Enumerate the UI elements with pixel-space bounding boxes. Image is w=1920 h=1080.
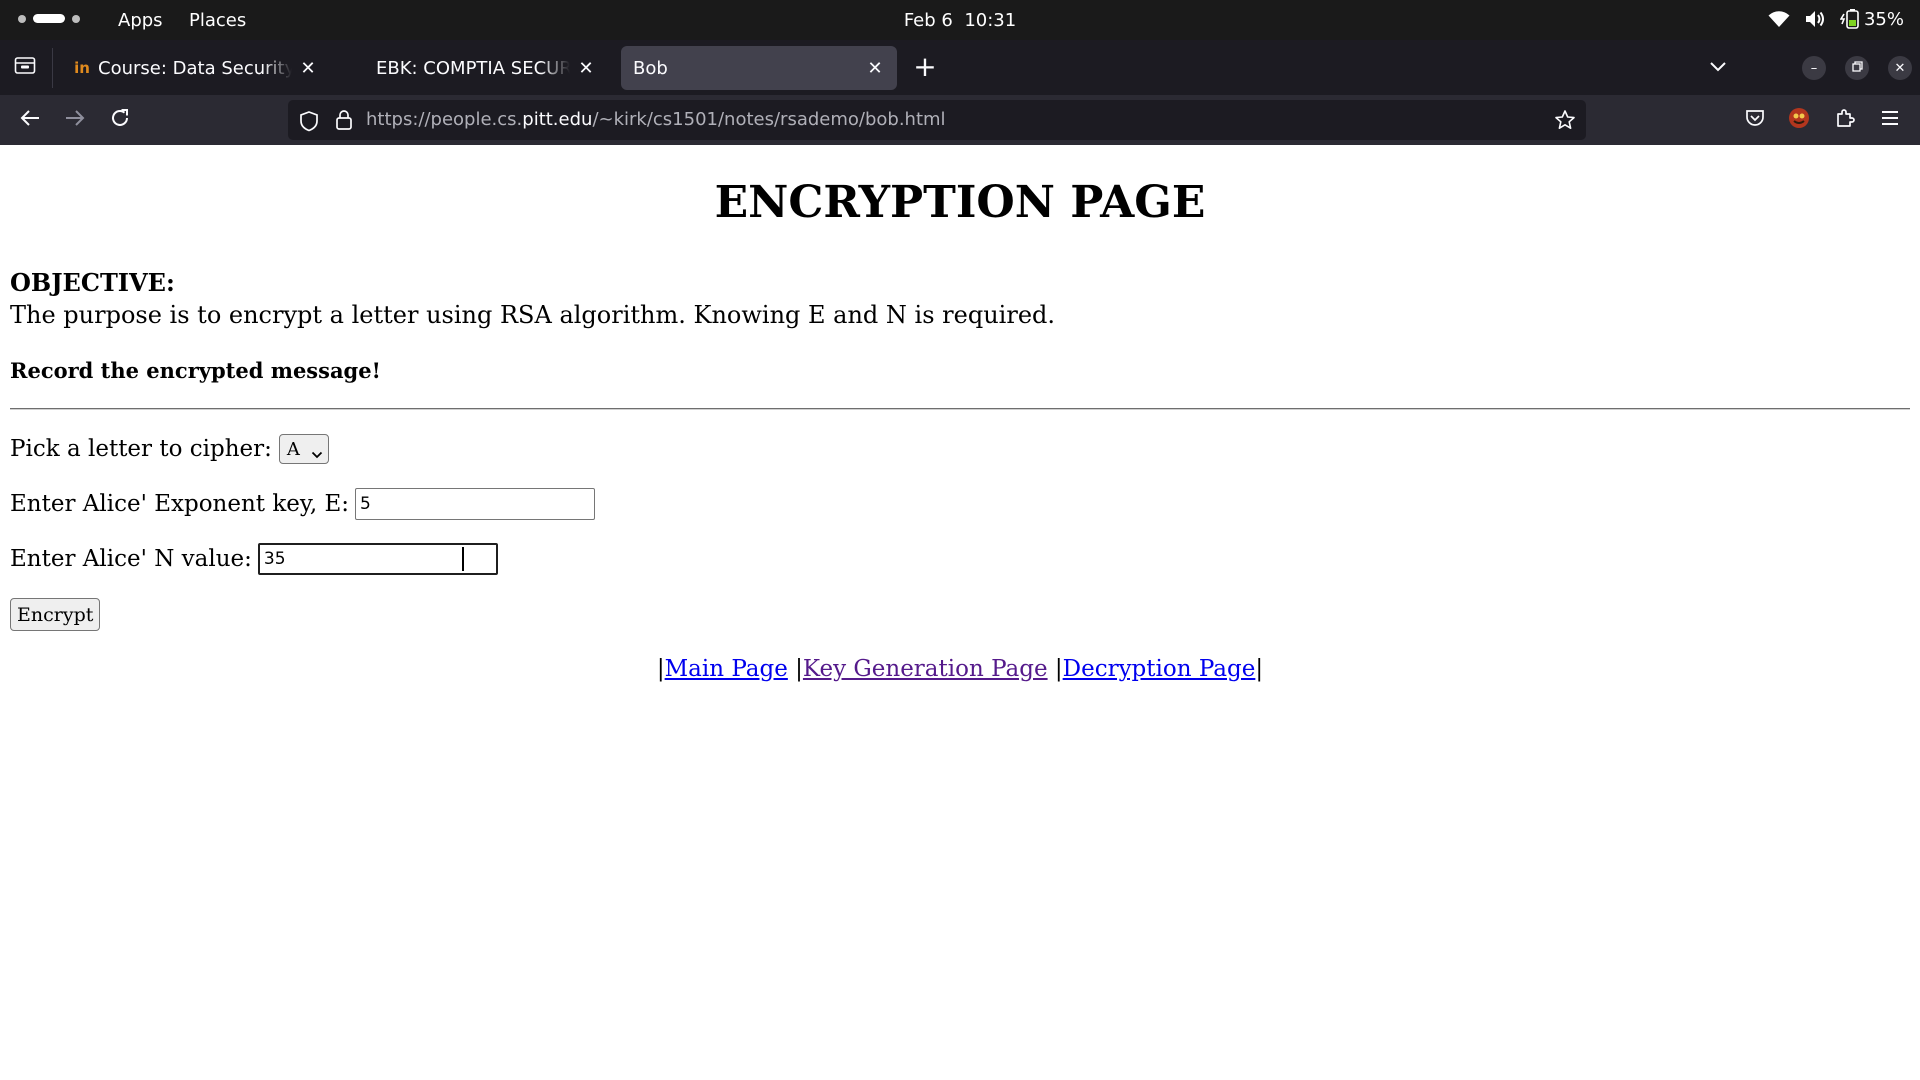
tracking-protection-shield-icon[interactable] (298, 110, 320, 136)
page-nav-links: |Main Page |Key Generation Page |Decrypt… (0, 656, 1920, 682)
tab-favicon: in (74, 59, 90, 77)
letter-select[interactable]: A (278, 434, 329, 465)
browser-tab-strip: in Course: Data Security and ✕ EBK: COMP… (0, 40, 1920, 95)
system-top-bar: Apps Places Feb 6 10:31 35% (0, 0, 1920, 40)
firefox-view-button[interactable] (12, 54, 38, 80)
app-menu-button[interactable] (1876, 106, 1904, 134)
battery-charging-icon (1839, 8, 1860, 30)
link-separator: | (1255, 656, 1264, 682)
reload-icon (109, 107, 131, 133)
letter-label: Pick a letter to cipher: (10, 436, 272, 462)
tab-title: Bob (633, 57, 668, 79)
url-path: /~kirk/cs1501/notes/rsademo/bob.html (592, 109, 946, 130)
list-all-tabs-button[interactable] (1705, 54, 1731, 80)
exponent-label: Enter Alice' Exponent key, E: (10, 491, 349, 517)
battery-percent: 35% (1863, 8, 1904, 30)
tab-course-data-security[interactable]: in Course: Data Security and ✕ (60, 46, 330, 90)
url-host: pitt.edu (522, 109, 593, 130)
letter-row: Pick a letter to cipher: A (10, 434, 329, 464)
objective-text: The purpose is to encrypt a letter using… (10, 301, 1056, 329)
restore-window-button[interactable] (1845, 56, 1869, 80)
page-title: ENCRYPTION PAGE (714, 177, 1206, 228)
address-bar[interactable]: https://people.cs.pitt.edu/~kirk/cs1501/… (288, 100, 1586, 140)
minimize-window-button[interactable]: – (1802, 56, 1826, 80)
horizontal-divider (10, 408, 1910, 410)
pocket-icon (1744, 107, 1766, 133)
close-tab-icon[interactable]: ✕ (298, 58, 318, 79)
workspace-active-pill (33, 14, 65, 23)
link-separator: | (1054, 656, 1063, 682)
letter-selected-value: A (286, 438, 300, 460)
main-page-link[interactable]: Main Page (665, 656, 788, 682)
text-cursor (462, 547, 464, 571)
decryption-page-link[interactable]: Decryption Page (1063, 656, 1256, 682)
new-tab-button[interactable]: + (912, 50, 938, 83)
tab-title: Course: Data Security and (98, 57, 292, 79)
encrypt-button[interactable]: Encrypt (10, 598, 101, 631)
arrow-left-icon (19, 108, 41, 132)
close-tab-icon[interactable]: ✕ (865, 58, 885, 79)
n-value-row: Enter Alice' N value: (10, 543, 498, 575)
record-instruction: Record the encrypted message! (10, 358, 381, 383)
url-text[interactable]: https://people.cs.pitt.edu/~kirk/cs1501/… (366, 109, 946, 130)
restore-icon (1851, 60, 1863, 76)
minimize-icon: – (1810, 60, 1818, 76)
exponent-row: Enter Alice' Exponent key, E: (10, 488, 595, 520)
workspace-dot (72, 14, 80, 23)
forward-button[interactable] (61, 106, 89, 134)
chevron-down-icon (311, 444, 323, 465)
clock-date[interactable]: Feb 6 (904, 10, 953, 31)
avatar (1787, 106, 1811, 134)
reload-button[interactable] (106, 106, 134, 134)
extensions-button[interactable] (1831, 106, 1859, 134)
tab-title: EBK: COMPTIA SECURITY+ (376, 57, 570, 79)
clock: Feb 6 10:31 (0, 10, 1920, 31)
link-separator: | (656, 656, 665, 682)
tab-separator (52, 48, 53, 88)
url-subdomain: people.cs. (430, 109, 523, 130)
hamburger-menu-icon (1880, 109, 1900, 131)
firefox-view-icon (14, 55, 36, 80)
url-scheme: https:// (366, 109, 431, 130)
close-window-button[interactable]: ✕ (1888, 56, 1912, 80)
page-content: ENCRYPTION PAGE OBJECTIVE: The purpose i… (0, 145, 1920, 1080)
wifi-icon (1768, 10, 1790, 28)
system-tray[interactable]: 35% (1768, 8, 1904, 30)
back-button[interactable] (16, 106, 44, 134)
tab-bob[interactable]: Bob ✕ (621, 46, 897, 90)
browser-nav-toolbar: https://people.cs.pitt.edu/~kirk/cs1501/… (0, 95, 1920, 145)
pocket-button[interactable] (1741, 106, 1769, 134)
key-generation-page-link[interactable]: Key Generation Page (803, 656, 1048, 682)
apps-menu[interactable]: Apps (118, 10, 163, 31)
close-icon: ✕ (1894, 60, 1906, 76)
puzzle-icon (1834, 107, 1856, 133)
tab-ebk-comptia[interactable]: EBK: COMPTIA SECURITY+ ✕ (364, 46, 608, 90)
volume-icon (1804, 9, 1826, 29)
workspace-dot (18, 14, 26, 23)
plus-icon: + (913, 50, 937, 83)
close-tab-icon[interactable]: ✕ (576, 58, 596, 79)
arrow-right-icon (64, 108, 86, 132)
exponent-input[interactable] (354, 488, 595, 520)
places-menu[interactable]: Places (189, 10, 246, 31)
objective-heading: OBJECTIVE: (10, 268, 175, 297)
chevron-down-icon (1709, 57, 1727, 78)
lock-icon[interactable] (334, 109, 354, 135)
workspace-indicator[interactable] (18, 14, 80, 23)
clock-time[interactable]: 10:31 (964, 10, 1016, 31)
n-value-label: Enter Alice' N value: (10, 546, 252, 572)
link-separator: | (795, 656, 803, 682)
bookmark-star-icon[interactable] (1554, 109, 1576, 135)
account-button[interactable] (1785, 106, 1813, 134)
battery-indicator: 35% (1839, 8, 1904, 30)
